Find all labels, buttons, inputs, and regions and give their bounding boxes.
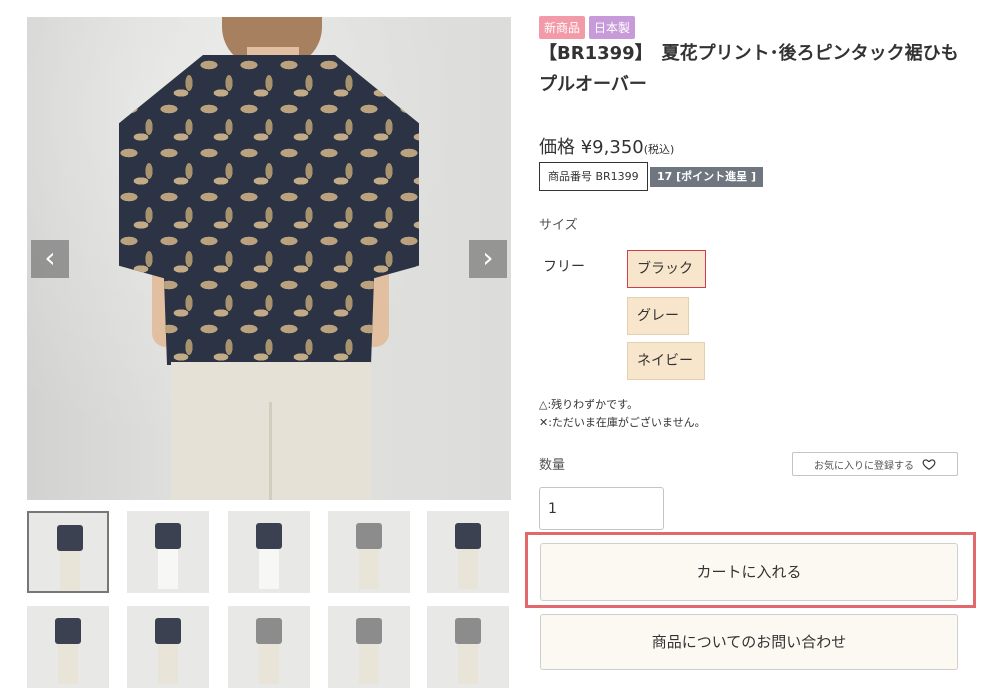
product-title: 【BR1399】 夏花プリント･後ろピンタック裾ひもプルオーバー <box>539 43 959 95</box>
size-name: フリー <box>543 259 585 275</box>
product-inquiry-button[interactable]: 商品についてのお問い合わせ <box>540 614 958 670</box>
gallery-next-button[interactable]: › <box>469 240 507 278</box>
add-to-favorites-button[interactable]: お気に入りに登録する <box>792 452 958 476</box>
main-product-image <box>27 17 511 500</box>
price-label: 価格 <box>539 137 575 158</box>
thumbnail[interactable] <box>427 511 509 593</box>
thumbnail[interactable] <box>328 511 410 593</box>
thumbnail[interactable] <box>27 606 109 688</box>
thumbnail[interactable] <box>228 606 310 688</box>
thumbnail[interactable] <box>127 511 209 593</box>
thumbnail[interactable] <box>127 606 209 688</box>
new-item-badge: 新商品 <box>539 16 586 39</box>
model-pants <box>171 362 371 500</box>
tax-note: (税込) <box>643 143 675 156</box>
favorite-label: お気に入りに登録する <box>814 460 914 472</box>
stock-note-out: ✕:ただいま在庫がございません。 <box>539 416 706 429</box>
thumbnail[interactable] <box>27 511 109 593</box>
product-code: 商品番号 BR1399 <box>539 162 648 191</box>
color-option-grey[interactable]: グレー <box>627 297 689 335</box>
price: 価格 ¥9,350(税込) <box>539 133 674 159</box>
thumbnail[interactable] <box>228 511 310 593</box>
made-in-japan-badge: 日本製 <box>589 16 636 39</box>
color-option-navy[interactable]: ネイビー <box>627 342 705 380</box>
thumbnail[interactable] <box>328 606 410 688</box>
price-value: ¥9,350 <box>580 137 644 158</box>
gallery-prev-button[interactable]: ‹ <box>31 240 69 278</box>
thumbnail[interactable] <box>427 606 509 688</box>
stock-note-low: △:残りわずかです。 <box>539 398 639 411</box>
chevron-left-icon: ‹ <box>44 241 56 274</box>
product-badges: 新商品 日本製 <box>539 16 636 39</box>
add-to-cart-button[interactable]: カートに入れる <box>540 543 958 601</box>
points-badge: 17 [ポイント進呈 ] <box>650 167 764 187</box>
quantity-input[interactable] <box>539 487 664 530</box>
heart-icon <box>922 459 936 470</box>
quantity-label: 数量 <box>539 458 566 473</box>
size-section-label: サイズ <box>539 218 578 233</box>
chevron-right-icon: › <box>482 241 494 274</box>
color-option-black[interactable]: ブラック <box>627 250 706 288</box>
